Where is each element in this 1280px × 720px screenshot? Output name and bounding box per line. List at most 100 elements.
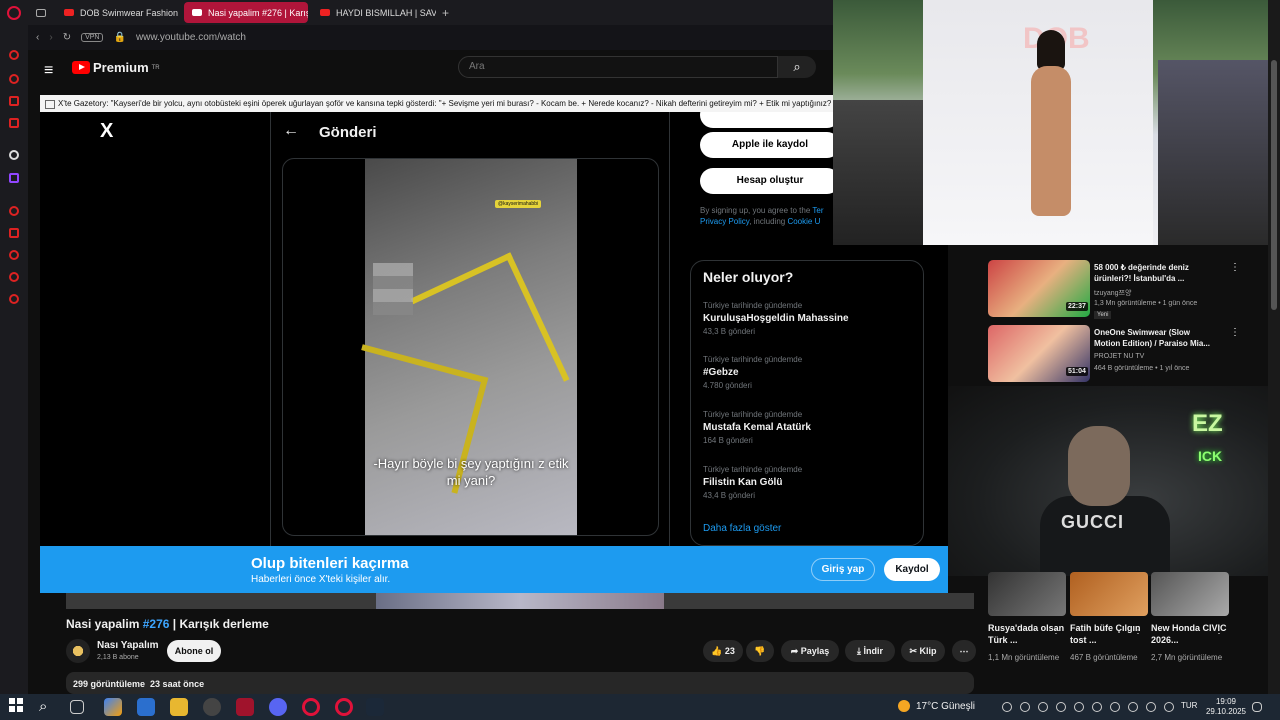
bag-icon[interactable] (9, 74, 19, 84)
downloads-icon[interactable] (9, 250, 19, 260)
tray-icon[interactable] (1128, 702, 1138, 712)
divider (669, 112, 670, 546)
shorts-shelf: Rusya'dada olsan Türk ... 1,1 Mn görüntü… (988, 572, 1268, 690)
opera-logo-icon[interactable] (7, 6, 21, 20)
opera-icon[interactable] (302, 698, 320, 716)
channel-name[interactable]: Nası Yapalım (97, 640, 159, 651)
more-vertical-icon[interactable]: ⋮ (1230, 262, 1240, 273)
speed-dial-icon[interactable] (9, 50, 19, 60)
x-signup-banner: Olup bitenleri kaçırma Haberleri önce X'… (40, 546, 948, 593)
embedded-video-card: @kayserimahabbi -Hayır böyle bi şey yapt… (282, 158, 659, 536)
system-tray (1002, 702, 1174, 712)
google-signup-button (700, 112, 840, 128)
hashtag-link[interactable]: #276 (143, 617, 170, 631)
tray-icon[interactable] (1164, 702, 1174, 712)
system-clock[interactable]: 19:09 29.10.2025 (1200, 697, 1252, 717)
tray-icon[interactable] (1074, 702, 1084, 712)
windows-start-icon[interactable] (9, 698, 27, 716)
bookmark-icon[interactable] (9, 228, 19, 238)
hamburger-menu-icon[interactable]: ≡ (44, 62, 53, 80)
runway-overlay-video[interactable]: DOB (833, 0, 1268, 245)
show-more-link: Daha fazla göster (703, 523, 782, 534)
vpn-badge[interactable]: VPN (81, 33, 104, 42)
search-button[interactable]: ⌕ (778, 56, 816, 78)
tab-dob-swimwear[interactable]: DOB Swimwear Fashion S (56, 2, 180, 23)
recommendation-channel[interactable]: tzuyang쯔양 (1094, 288, 1131, 298)
steam-icon[interactable] (366, 698, 384, 716)
tray-icon[interactable] (1056, 702, 1066, 712)
search-input[interactable]: Ara (458, 56, 778, 78)
tray-icon[interactable] (1002, 702, 1012, 712)
instagram-icon[interactable] (9, 118, 19, 128)
more-vertical-icon[interactable]: ⋮ (1230, 327, 1240, 338)
page-scrollbar[interactable] (1268, 0, 1280, 694)
reload-icon[interactable]: ↻ (63, 32, 71, 43)
description-box[interactable]: 299 görüntüleme 23 saat önce (66, 672, 974, 694)
more-vertical-icon[interactable]: ⋮ (1051, 625, 1061, 636)
video-frame-strip (376, 593, 664, 609)
dislike-button[interactable]: 👎 (746, 640, 774, 662)
short-thumbnail[interactable] (1070, 572, 1148, 616)
notification-icon[interactable] (1252, 702, 1262, 712)
file-explorer-icon[interactable] (170, 698, 188, 716)
tray-icon[interactable] (1110, 702, 1120, 712)
more-vertical-icon[interactable]: ⋮ (1214, 625, 1224, 636)
short-thumbnail[interactable] (988, 572, 1066, 616)
tray-icon[interactable] (1020, 702, 1030, 712)
youtube-logo[interactable]: Premium TR (72, 60, 160, 75)
back-icon[interactable]: ‹ (36, 32, 39, 43)
windows-taskbar: ⌕ 17°C Güneşli TUR 19:09 29.10.2025 (0, 694, 1280, 720)
history-icon[interactable] (9, 206, 19, 216)
model-hair (1037, 30, 1065, 70)
clip-button[interactable]: ✂ Klip (901, 640, 945, 662)
voicemeeter-icon[interactable] (236, 698, 254, 716)
new-badge: Yeni (1094, 311, 1112, 319)
tab-nasi-yapalim[interactable]: Nasi yapalim #276 | Karış (184, 2, 308, 23)
short-thumbnail[interactable] (1151, 572, 1229, 616)
duration-badge: 22:37 (1066, 302, 1088, 311)
scrollbar-thumb[interactable] (1271, 60, 1277, 310)
search-icon[interactable]: ⌕ (39, 698, 57, 716)
copilot-icon[interactable] (104, 698, 122, 716)
short-item[interactable]: New Honda CIVIC 2026... 2,7 Mn görüntüle… (1151, 572, 1229, 663)
tab-haydi-bismillah[interactable]: HAYDI BISMILLAH | SAVV (312, 2, 436, 23)
twitch-icon[interactable] (9, 173, 19, 183)
new-tab-button[interactable]: + (442, 6, 449, 20)
recommendation-title[interactable]: 58 000 ₺ değerinde deniz ürünleri?! İsta… (1094, 262, 1218, 284)
flow-icon[interactable] (9, 272, 19, 282)
like-button[interactable]: 👍 23 (703, 640, 743, 662)
obs-icon[interactable] (203, 698, 221, 716)
short-item[interactable]: Rusya'dada olsan Türk ... 1,1 Mn görüntü… (988, 572, 1066, 663)
messenger-icon[interactable] (9, 96, 19, 106)
recommendation-title[interactable]: OneOne Swimwear (Slow Motion Edition) / … (1094, 327, 1218, 349)
forward-icon[interactable]: › (49, 32, 52, 43)
url-field[interactable]: www.youtube.com/watch (136, 32, 246, 43)
short-item[interactable]: Fatih büfe Çılgın tost ... 467 B görüntü… (1070, 572, 1148, 663)
thumbs-up-icon: 👍 (711, 646, 723, 656)
aria-icon[interactable] (9, 150, 19, 160)
task-view-icon[interactable] (70, 700, 84, 714)
video-player[interactable]: X ← Gönderi @kayserimahabbi -Hayır böyle… (40, 112, 948, 546)
discord-icon[interactable] (269, 698, 287, 716)
download-button[interactable]: ⤓ İndir (845, 640, 895, 662)
subscribe-button[interactable]: Abone ol (167, 640, 221, 662)
channel-avatar[interactable] (66, 639, 90, 663)
recommendation-channel[interactable]: PROJET NU TV (1094, 353, 1144, 360)
tray-icon[interactable] (1092, 702, 1102, 712)
tab-bar: DOB Swimwear Fashion S Nasi yapalim #276… (28, 0, 833, 25)
trends-panel: Neler oluyor? Türkiye tarihinde gündemde… (690, 260, 924, 546)
more-actions-button[interactable]: ⋯ (952, 640, 976, 662)
weather-widget[interactable]: 17°C Güneşli (898, 700, 975, 712)
more-vertical-icon[interactable]: ⋮ (1133, 625, 1143, 636)
mail-icon[interactable] (137, 698, 155, 716)
language-indicator[interactable]: TUR (1181, 701, 1197, 710)
trend-item: Türkiye tarihinde gündemde Mustafa Kemal… (703, 410, 811, 445)
opera-gx-icon[interactable] (335, 698, 353, 716)
shirt-logo: GUCCI (1061, 512, 1124, 532)
audience-left (833, 100, 923, 245)
settings-icon[interactable] (9, 294, 19, 304)
tray-icon[interactable] (1038, 702, 1048, 712)
share-button[interactable]: ➦ Paylaş (781, 640, 839, 662)
tray-icon[interactable] (1146, 702, 1156, 712)
workspaces-icon[interactable] (32, 2, 52, 23)
